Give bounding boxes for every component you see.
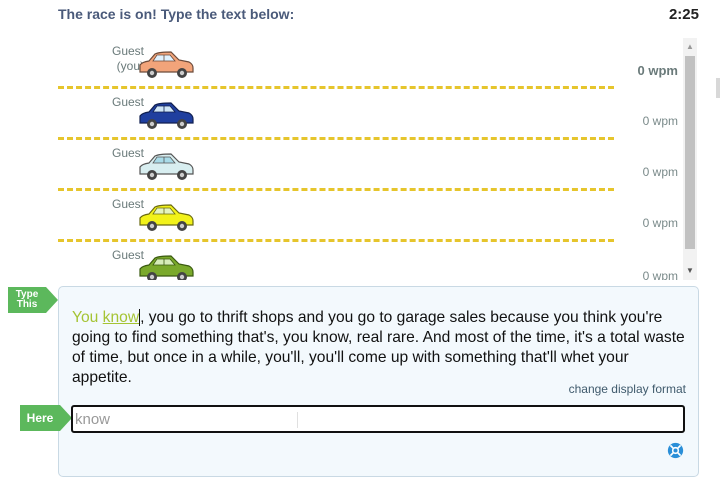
typing-panel: You know, you go to thrift shops and you… xyxy=(58,286,699,477)
race-scrollbar[interactable]: ▲ ▼ xyxy=(683,38,697,280)
racer-lane: Guest 0 wpm xyxy=(58,140,678,191)
edge-scroll-indicator xyxy=(716,78,720,98)
current-word: know xyxy=(102,309,140,326)
car-icon xyxy=(139,51,194,78)
scrollbar-thumb[interactable] xyxy=(685,56,695,249)
triangle-up-icon[interactable]: ▲ xyxy=(683,40,697,54)
type-this-tag: Type This xyxy=(8,287,58,313)
car-icon xyxy=(139,153,194,180)
racer-lane: Guest 0 wpm xyxy=(58,89,678,140)
input-divider xyxy=(297,412,298,428)
racer-wpm: 0 wpm xyxy=(642,165,678,179)
racer-lane: Guest 0 wpm xyxy=(58,191,678,242)
triangle-down-icon[interactable]: ▼ xyxy=(683,264,697,278)
race-passage: You know, you go to thrift shops and you… xyxy=(72,308,687,388)
car-icon xyxy=(139,204,194,231)
car-icon xyxy=(139,255,194,280)
racer-lane: Guest (you) 0 wpm xyxy=(58,38,678,89)
change-display-format-link[interactable]: change display format xyxy=(569,382,686,396)
race-track: Guest (you) 0 wpm Guest 0 wpm Guest 0 wp… xyxy=(58,38,678,280)
help-lifebuoy-icon[interactable] xyxy=(667,442,684,459)
racer-wpm: 0 wpm xyxy=(642,269,678,280)
here-tag: Here xyxy=(20,405,72,431)
racer-lane: Guest 0 wpm xyxy=(58,242,678,280)
car-icon xyxy=(139,102,194,129)
racer-wpm: 0 wpm xyxy=(642,216,678,230)
race-timer: 2:25 xyxy=(668,6,699,23)
page-title: The race is on! Type the text below: xyxy=(58,6,295,22)
remaining-text: , you go to thrift shops and you go to g… xyxy=(72,309,685,386)
typing-input[interactable] xyxy=(71,405,685,433)
racer-wpm: 0 wpm xyxy=(637,63,678,78)
typed-text: You xyxy=(72,309,99,326)
racer-wpm: 0 wpm xyxy=(642,114,678,128)
